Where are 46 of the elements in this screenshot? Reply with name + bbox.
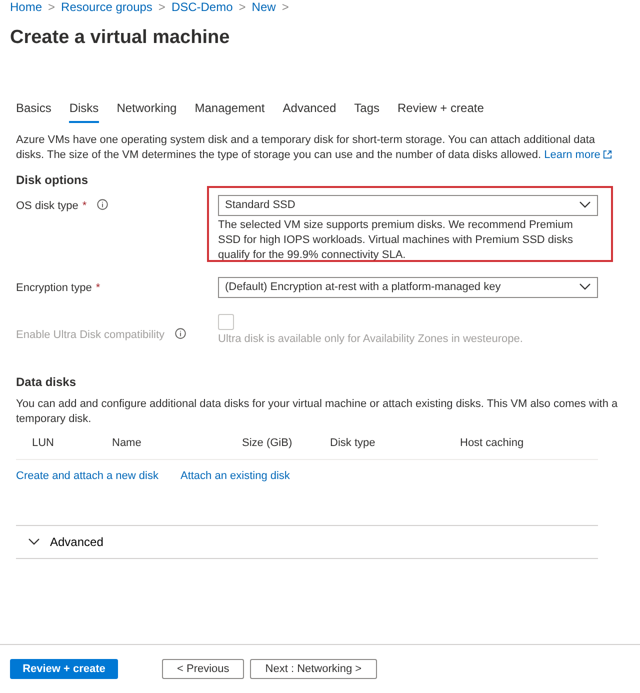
tab[interactable]: Advanced: [282, 98, 336, 122]
chevron-down-icon: [579, 283, 591, 291]
breadcrumb-separator: >: [158, 0, 166, 16]
footer-button[interactable]: Review + create: [10, 659, 118, 679]
chevron-down-icon: [579, 201, 591, 209]
breadcrumb-separator: >: [48, 0, 56, 16]
page-title: Create a virtual machine: [10, 26, 231, 50]
column-header: Size (GiB): [242, 436, 294, 450]
field-label: Encryption type: [16, 280, 92, 296]
section-heading: Data disks: [16, 374, 78, 390]
description-text: You can add and configure additional data disks for your virtual machine or attach existing disks. This VM also comes with a temporary disk.: [16, 396, 619, 426]
column-header: Host caching: [460, 436, 525, 450]
action-link[interactable]: Create and attach a new disk: [16, 468, 158, 484]
footer-button[interactable]: Next : Networking >: [250, 659, 377, 679]
footer-button[interactable]: < Previous: [162, 659, 244, 679]
help-text: The selected VM size supports premium disks. We recommend Premium SSD for high IOPS workloads. Virtual machines with Premium SSD disks qualify for the 99.9% connectivity SLA.: [218, 218, 574, 262]
column-header: Name: [112, 436, 142, 450]
field-label: Enable Ultra Disk compatibility: [16, 328, 165, 342]
column-header: Disk type: [330, 436, 376, 450]
column-header: LUN: [32, 436, 56, 450]
intro-text: Azure VMs have one operating system disk and a temporary disk for short-term storage. You can attach additional data disks. The size of the VM determines the type of storage you can use and the number of data disks allowed. Learn more: [16, 132, 624, 162]
tab[interactable]: Management: [194, 98, 265, 122]
breadcrumb-link[interactable]: Resource groups: [61, 0, 152, 16]
help-text: Ultra disk is available only for Availability Zones in westeurope.: [218, 332, 524, 346]
external-link-icon: [603, 148, 612, 160]
breadcrumb-separator: >: [238, 0, 246, 16]
breadcrumb-link[interactable]: Home: [10, 0, 42, 16]
required-asterisk: *: [82, 198, 87, 214]
dropdown[interactable]: (Default) Encryption at-rest with a platform-managed key: [218, 276, 598, 298]
breadcrumb-link[interactable]: New: [252, 0, 276, 16]
chevron-icon: [28, 538, 40, 546]
tab[interactable]: Basics: [16, 98, 52, 122]
required-asterisk: *: [96, 280, 100, 296]
accordion-header[interactable]: Advanced: [16, 524, 598, 558]
section-heading: Disk options: [16, 172, 90, 188]
field-label: OS disk type: [16, 198, 78, 214]
tab[interactable]: Networking: [116, 98, 177, 122]
tab[interactable]: Review + create: [398, 98, 484, 122]
breadcrumb-link[interactable]: DSC-Demo: [171, 0, 233, 16]
tab[interactable]: Disks: [69, 98, 99, 122]
breadcrumb-separator: >: [282, 0, 289, 16]
action-link[interactable]: Attach an existing disk: [180, 468, 290, 484]
info-icon[interactable]: [96, 198, 108, 210]
dropdown[interactable]: Standard SSD: [218, 194, 598, 216]
learn-more-link[interactable]: Learn more: [544, 148, 612, 160]
tab[interactable]: Tags: [354, 98, 380, 122]
